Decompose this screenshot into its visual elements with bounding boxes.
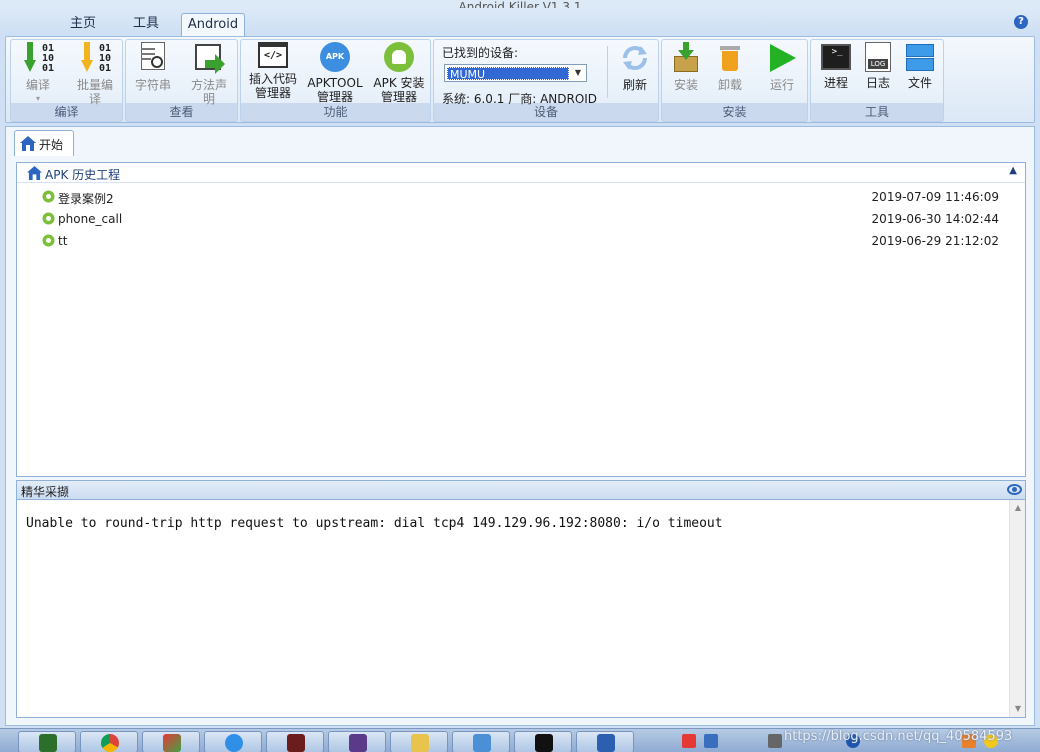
method-declaration-button[interactable]: 方法声 明	[182, 42, 236, 106]
digest-header: 精华采撷	[16, 480, 1026, 500]
strings-button[interactable]: 字符串	[128, 42, 178, 92]
file-cabinet-icon	[906, 42, 934, 72]
run-button[interactable]: 运行	[760, 42, 804, 92]
vertical-scrollbar[interactable]: ▲ ▼	[1009, 500, 1025, 717]
batch-compile-button[interactable]: 01 10 01 批量编 译	[69, 42, 121, 106]
log-button[interactable]: LOG 日志	[857, 42, 899, 90]
android-project-icon	[42, 212, 55, 228]
language-icon[interactable]	[704, 734, 718, 748]
group-label-function: 功能	[323, 105, 348, 119]
keyboard-icon[interactable]	[768, 734, 782, 748]
digest-message: Unable to round-trip http request to ups…	[26, 516, 723, 531]
found-devices-label: 已找到的设备:	[442, 46, 519, 60]
list-item[interactable]: tt 2019-06-29 21:12:02	[17, 231, 1025, 251]
taskbar: https://blog.csdn.net/qq_40584593	[0, 728, 1040, 752]
play-icon	[766, 42, 798, 74]
tab-start[interactable]: 开始	[14, 130, 74, 156]
eye-icon[interactable]	[1007, 484, 1022, 495]
device-select[interactable]: MUMU ▼	[444, 64, 587, 82]
group-device: 已找到的设备: MUMU ▼ 系统: 6.0.1 厂商: ANDROID 刷新 …	[433, 39, 659, 122]
apk-icon: APK	[320, 42, 350, 72]
process-button[interactable]: >_ 进程	[815, 42, 857, 90]
group-label-tools: 工具	[864, 105, 889, 119]
refresh-icon	[619, 42, 651, 74]
taskbar-app-explorer[interactable]	[390, 731, 448, 752]
android-project-icon	[42, 234, 55, 250]
ime-icon[interactable]	[682, 734, 696, 748]
method-declaration-icon	[193, 42, 225, 74]
taskbar-app-android-killer[interactable]	[142, 731, 200, 752]
group-label-device: 设备	[533, 105, 558, 119]
android-killer-icon	[163, 734, 181, 752]
home-icon	[27, 166, 42, 183]
window-title: Android Killer V1.3.1	[458, 0, 582, 8]
home-icon	[20, 136, 36, 154]
file-button[interactable]: 文件	[899, 42, 941, 90]
taskbar-app-mumu[interactable]	[204, 731, 262, 752]
android-project-icon	[42, 190, 55, 206]
digest-title: 精华采撷	[21, 485, 70, 499]
apk-history-panel: APK 历史工程 ▲ 登录案例2 2019-07-09 11:46:09 pho…	[16, 162, 1026, 477]
document-area: 开始 APK 历史工程 ▲ 登录案例2 2019-07-09 11:46:09 …	[5, 126, 1035, 726]
refresh-button[interactable]: 刷新	[614, 42, 656, 92]
taskbar-app-cmd[interactable]	[514, 731, 572, 752]
log-icon: LOG	[865, 42, 891, 72]
taskbar-app-chrome[interactable]	[80, 731, 138, 752]
title-bar: Android Killer V1.3.1	[0, 0, 1040, 8]
help-icon[interactable]: ?	[1014, 15, 1028, 29]
tab-tools[interactable]: 工具	[121, 13, 171, 36]
strings-search-icon	[137, 42, 169, 74]
control-panel-icon	[473, 734, 491, 752]
ribbon-tab-strip: 主页 工具 Android ?	[0, 8, 1040, 36]
eclipse-icon	[349, 734, 367, 752]
group-compile: 01 10 01 编译 ▾ 01 10 01 批量编 译 编译	[10, 39, 123, 122]
group-install: 安装 卸载 运行 安装	[661, 39, 808, 122]
install-icon	[670, 42, 702, 74]
game-icon	[287, 734, 305, 752]
compile-icon: 01 10 01	[22, 42, 54, 74]
group-view: 字符串 方法声 明 查看	[125, 39, 238, 122]
apktool-manager-button[interactable]: APK APKTOOL 管理器	[305, 42, 365, 104]
history-header: APK 历史工程 ▲	[17, 163, 1025, 183]
group-function: </> 插入代码 管理器 APK APKTOOL 管理器 APK 安装 管理器 …	[240, 39, 431, 122]
scroll-down-icon[interactable]: ▼	[1010, 701, 1026, 717]
collapse-icon[interactable]: ▲	[1009, 165, 1017, 176]
group-label-view: 查看	[169, 105, 194, 119]
chevron-down-icon[interactable]: ▼	[570, 65, 586, 81]
history-title: APK 历史工程	[45, 168, 121, 182]
list-item[interactable]: 登录案例2 2019-07-09 11:46:09	[17, 187, 1025, 207]
group-tools: >_ 进程 LOG 日志 文件 工具	[810, 39, 944, 122]
taskbar-app-monitor[interactable]	[18, 731, 76, 752]
compile-button[interactable]: 01 10 01 编译 ▾	[13, 42, 63, 106]
list-item[interactable]: phone_call 2019-06-30 14:02:44	[17, 209, 1025, 229]
device-selected-value: MUMU	[447, 67, 569, 81]
remote-desktop-icon	[597, 734, 615, 752]
android-icon	[384, 42, 414, 72]
tab-home[interactable]: 主页	[58, 13, 108, 36]
uninstall-button[interactable]: 卸载	[708, 42, 752, 92]
taskbar-app-remote[interactable]	[576, 731, 634, 752]
terminal-icon: >_	[821, 44, 851, 70]
batch-compile-icon: 01 10 01	[79, 42, 111, 74]
insert-code-manager-button[interactable]: </> 插入代码 管理器	[243, 42, 303, 100]
digest-panel: Unable to round-trip http request to ups…	[16, 500, 1026, 718]
code-icon: </>	[258, 42, 288, 68]
taskbar-app-game[interactable]	[266, 731, 324, 752]
scroll-up-icon[interactable]: ▲	[1010, 500, 1026, 516]
apk-install-manager-button[interactable]: APK 安装 管理器	[368, 42, 430, 104]
install-button[interactable]: 安装	[664, 42, 708, 92]
group-label-compile: 编译	[54, 105, 79, 119]
watermark: https://blog.csdn.net/qq_40584593	[784, 729, 1013, 744]
group-label-install: 安装	[722, 105, 747, 119]
uninstall-icon	[714, 42, 746, 74]
tab-android[interactable]: Android	[181, 13, 245, 36]
folder-icon	[411, 734, 429, 752]
mumu-icon	[225, 734, 243, 752]
monitor-icon	[39, 734, 57, 752]
chrome-icon	[101, 734, 119, 752]
taskbar-app-control[interactable]	[452, 731, 510, 752]
taskbar-app-eclipse[interactable]	[328, 731, 386, 752]
ribbon: 01 10 01 编译 ▾ 01 10 01 批量编 译 编译 字符串 方法声 …	[5, 36, 1035, 123]
terminal-icon	[535, 734, 553, 752]
